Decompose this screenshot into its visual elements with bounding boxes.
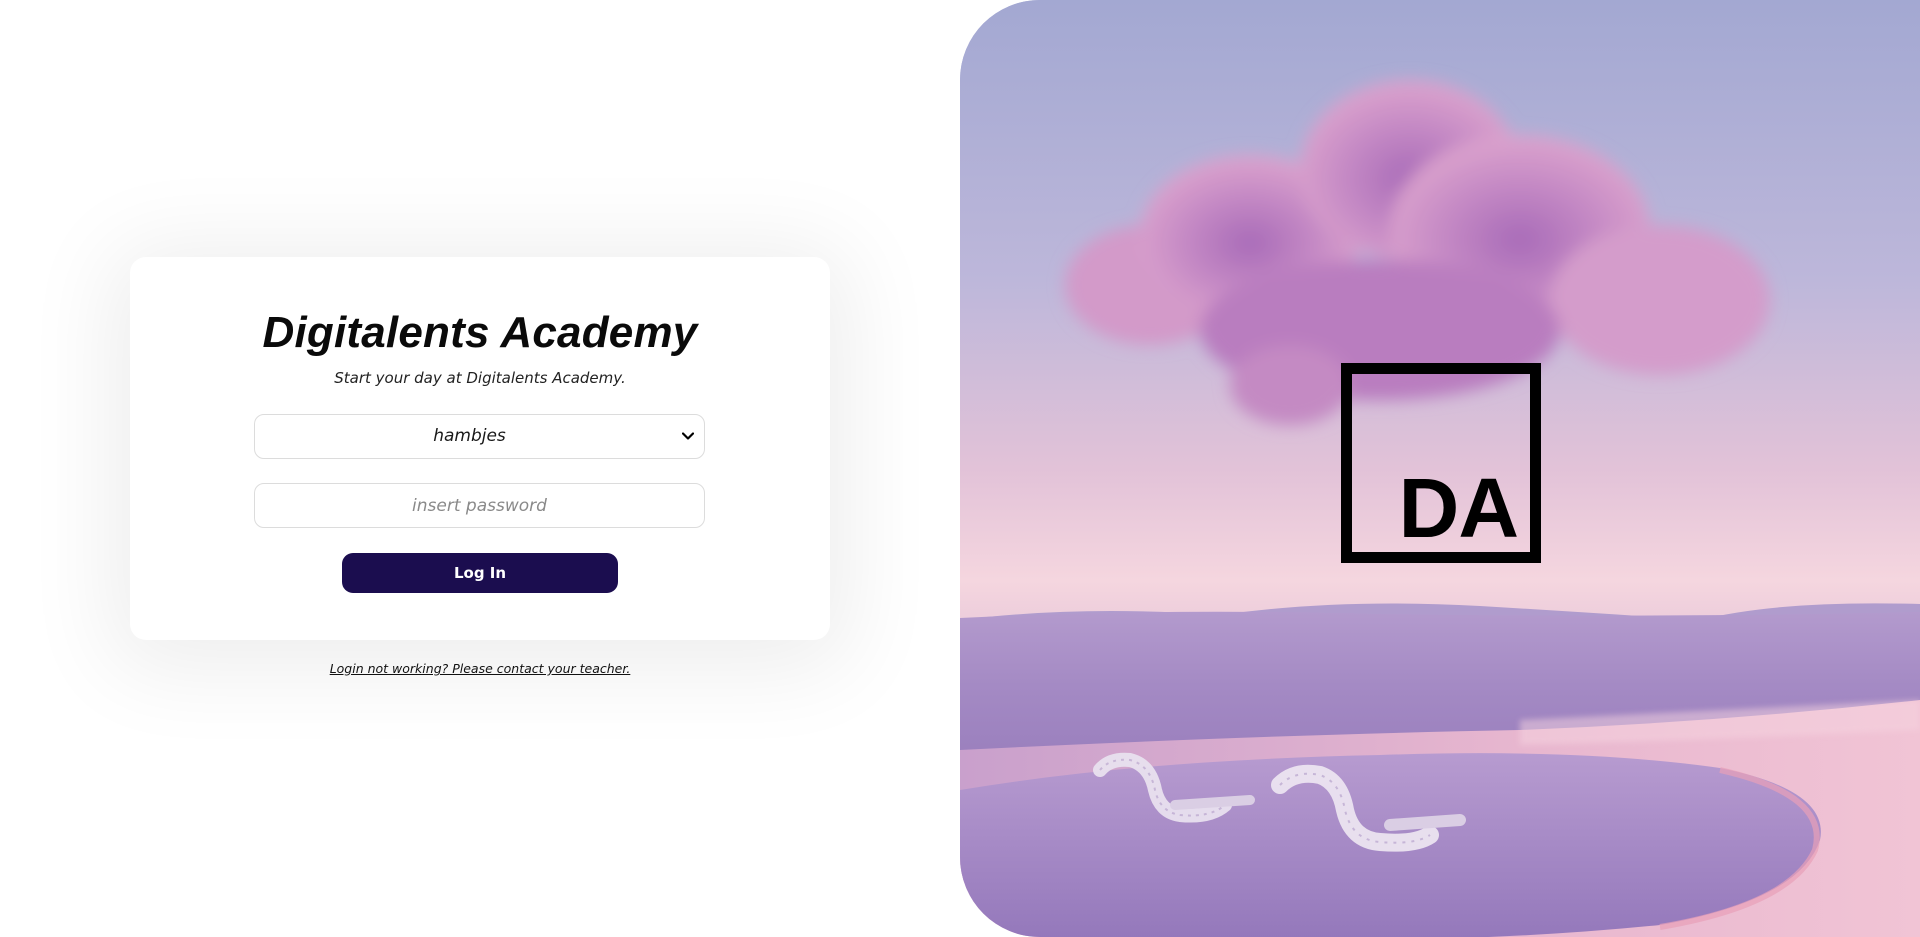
login-page: Digitalents Academy Start your day at Di… [0, 0, 1920, 937]
chevron-down-icon[interactable] [681, 427, 695, 445]
user-select[interactable]: hambjes [254, 414, 705, 459]
login-card: Digitalents Academy Start your day at Di… [130, 257, 830, 640]
hero-image: DA [960, 0, 1920, 937]
logo-text: DA [1398, 461, 1519, 555]
page-title: Digitalents Academy [262, 308, 698, 357]
da-logo: DA [1341, 363, 1541, 563]
user-select-value: hambjes [433, 426, 506, 446]
user-select-wrapper: hambjes [130, 414, 830, 459]
password-input[interactable] [254, 483, 705, 528]
login-button[interactable]: Log In [342, 553, 618, 593]
page-subtitle: Start your day at Digitalents Academy. [334, 369, 626, 387]
help-link[interactable]: Login not working? Please contact your t… [130, 661, 830, 676]
